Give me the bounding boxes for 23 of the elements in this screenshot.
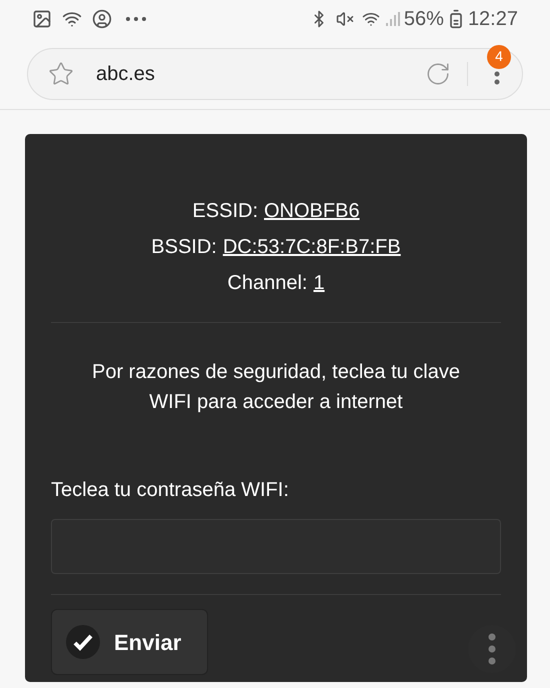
star-icon[interactable] [48, 60, 74, 86]
reload-icon[interactable] [425, 60, 451, 86]
notification-badge: 4 [487, 44, 511, 68]
security-message: Por razones de seguridad, teclea tu clave WIFI para acceder a internet [91, 360, 461, 415]
submit-button[interactable]: Enviar [51, 609, 208, 675]
info-label: BSSID: [151, 235, 217, 260]
checkmark-icon [66, 625, 100, 659]
address-bar[interactable]: abc.es 4 [27, 48, 523, 100]
info-value: DC:53:7C:8F:B7:FB [222, 235, 401, 260]
mute-icon [336, 10, 354, 28]
battery-percentage: 56% [404, 7, 444, 32]
info-value: ONOBFB6 [264, 199, 360, 224]
url-text: abc.es [96, 62, 156, 86]
info-label: ESSID: [192, 199, 258, 224]
signal-icon [384, 11, 400, 27]
info-value: 1 [313, 271, 325, 296]
account-icon [92, 9, 112, 29]
clock-time: 12:27 [468, 7, 518, 32]
more-icon [126, 17, 146, 21]
info-label: Channel: [227, 271, 308, 296]
wifi-icon [362, 10, 380, 28]
image-icon [32, 9, 52, 29]
password-label: Teclea tu contraseña WIFI: [51, 478, 290, 503]
